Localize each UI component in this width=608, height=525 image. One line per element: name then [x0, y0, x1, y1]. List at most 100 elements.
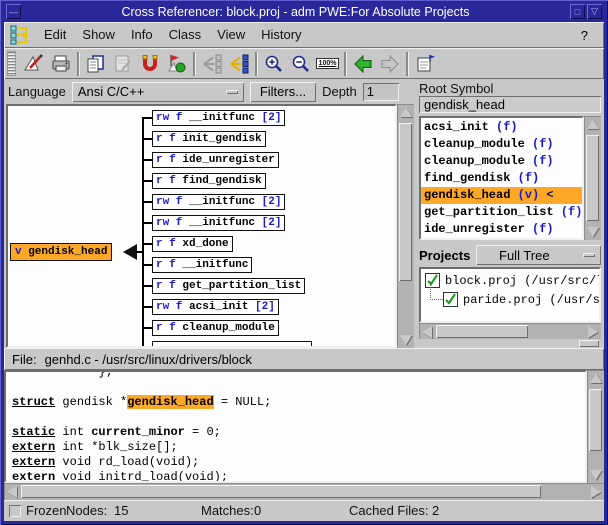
toolbar-grip-handle[interactable]: [7, 51, 16, 76]
expand-graph-icon[interactable]: [225, 51, 252, 77]
symbol-list-item[interactable]: cleanup_module (f): [421, 153, 582, 170]
node-access-prefix: rw f: [156, 301, 189, 313]
zoom-100-icon[interactable]: 100%: [314, 51, 341, 77]
graph-node[interactable]: rw f __initfunc [2]: [152, 110, 285, 126]
node-symbol-name: gendisk_head: [28, 246, 107, 258]
print-icon[interactable]: [47, 51, 74, 77]
graph-vscroll-thumb[interactable]: [399, 123, 412, 281]
hierarchy-app-icon[interactable]: [10, 25, 34, 45]
scroll-right-icon[interactable]: [588, 326, 598, 338]
scroll-down-icon[interactable]: [587, 227, 599, 237]
graph-node[interactable]: r f cleanup_module: [152, 320, 279, 336]
language-option-menu[interactable]: Ansi C/C++: [72, 82, 244, 102]
projects-mode-option-menu[interactable]: Full Tree: [476, 245, 601, 265]
root-symbol-field[interactable]: gendisk_head: [419, 96, 601, 113]
frozen-checkbox[interactable]: [9, 505, 21, 517]
code-vertical-scrollbar[interactable]: [587, 370, 604, 483]
dye-icon[interactable]: [163, 51, 190, 77]
filters-button[interactable]: Filters...: [250, 82, 316, 102]
node-access-prefix: rw f: [156, 217, 189, 229]
zoom-in-icon[interactable]: [260, 51, 287, 77]
project-checkbox[interactable]: [443, 292, 458, 307]
symbol-list-item[interactable]: acsi_init (f): [421, 119, 582, 136]
history-back-icon[interactable]: [349, 51, 376, 77]
root-symbol-list[interactable]: acsi_init (f)cleanup_module (f)cleanup_m…: [419, 116, 584, 240]
node-access-prefix: r f: [156, 280, 182, 292]
scroll-left-icon[interactable]: [422, 326, 432, 338]
zoom-out-icon[interactable]: [287, 51, 314, 77]
scroll-up-icon[interactable]: [587, 119, 599, 129]
graph-node[interactable]: r f xd_done: [152, 236, 233, 252]
magnet-icon[interactable]: [136, 51, 163, 77]
graph-node[interactable]: rw f acsi_init [2]: [152, 299, 279, 315]
code-line: static int current_minor = 0;: [12, 425, 585, 440]
graph-node[interactable]: rw f __initfunc [2]: [152, 215, 285, 231]
depth-field[interactable]: 1: [363, 83, 399, 101]
window-minimize-button[interactable]: —: [6, 4, 21, 19]
project-row[interactable]: block.proj (/usr/src/lin: [425, 272, 601, 290]
node-symbol-name: __initfunc: [182, 259, 248, 271]
projects-tree[interactable]: block.proj (/usr/src/linparide.proj (/us…: [419, 267, 601, 324]
projects-hscroll-thumb[interactable]: [436, 325, 528, 338]
cached-files-value: 2: [432, 503, 439, 518]
properties-icon[interactable]: [411, 51, 438, 77]
graph-node[interactable]: r f find_gendisk: [152, 173, 266, 189]
symbol-list-item[interactable]: ide_unregister (f): [421, 221, 582, 238]
scroll-left-icon[interactable]: [7, 486, 17, 498]
help-menu[interactable]: ?: [571, 25, 598, 46]
scroll-up-icon[interactable]: [590, 373, 602, 383]
window-shade-button[interactable]: ▽: [587, 4, 602, 19]
symbol-list-item[interactable]: gendisk_head (v) <: [421, 187, 582, 204]
scroll-down-icon[interactable]: [400, 335, 412, 345]
menu-items: EditShowInfoClassViewHistory: [36, 26, 310, 44]
graph-node[interactable]: rw f __initfunc [2]: [152, 194, 285, 210]
symbol-list-item[interactable]: find_gendisk (f): [421, 170, 582, 187]
content-area: Language Ansi C/C++ Filters... Depth 1 r…: [4, 79, 604, 348]
code-segment: void initrd_load(void);: [55, 470, 228, 483]
graph-node[interactable]: r f __initfunc: [152, 257, 252, 273]
graph-node[interactable]: r f ide_unregister: [152, 152, 279, 168]
symbol-list-item[interactable]: get_partition_list (f): [421, 204, 582, 221]
graph-node[interactable]: r f init_gendisk: [152, 131, 266, 147]
copy-icon[interactable]: [82, 51, 109, 77]
check-edit-icon[interactable]: [20, 51, 47, 77]
menu-info[interactable]: Info: [123, 24, 161, 45]
code-vscroll-thumb[interactable]: [589, 389, 602, 451]
symbol-list-item[interactable]: cleanup_module (f): [421, 136, 582, 153]
graph-node[interactable]: [152, 341, 312, 348]
window-maximize-button[interactable]: □: [570, 4, 585, 19]
graph-node[interactable]: r f get_partition_list: [152, 278, 305, 294]
code-horizontal-scrollbar[interactable]: [4, 483, 604, 500]
symbol-scroll-thumb[interactable]: [586, 135, 599, 221]
annotate-icon[interactable]: [109, 51, 136, 77]
symbol-name: cleanup_module: [424, 137, 532, 151]
titlebar[interactable]: — Cross Referencer: block.proj - adm PWE…: [5, 3, 603, 20]
code-segment: };: [12, 370, 113, 379]
symbol-list-scrollbar[interactable]: [584, 116, 601, 240]
pane-sash-handle[interactable]: [579, 340, 599, 347]
graph-root-node[interactable]: v gendisk_head: [10, 243, 112, 261]
symbol-kind: (f): [496, 120, 518, 134]
graph-canvas[interactable]: rw f __initfunc [2]r f init_gendiskr f i…: [6, 104, 397, 348]
menu-history[interactable]: History: [253, 24, 309, 45]
projects-horizontal-scrollbar[interactable]: [419, 323, 601, 338]
history-forward-icon[interactable]: [376, 51, 403, 77]
graph-branch-line: [136, 251, 143, 253]
menu-class[interactable]: Class: [161, 24, 210, 45]
code-view[interactable]: };struct gendisk *gendisk_head = NULL;st…: [4, 370, 587, 483]
project-row[interactable]: paride.proj (/usr/src: [443, 291, 601, 309]
symbol-name: ide_unregister: [424, 222, 532, 236]
collapse-graph-icon[interactable]: [198, 51, 225, 77]
menu-edit[interactable]: Edit: [36, 24, 74, 45]
code-segment: int: [55, 425, 91, 439]
node-symbol-name: xd_done: [182, 238, 228, 250]
scroll-down-icon[interactable]: [590, 470, 602, 480]
code-hscroll-thumb[interactable]: [21, 485, 541, 498]
node-access-prefix: v: [15, 246, 28, 258]
graph-vertical-scrollbar[interactable]: [397, 104, 414, 348]
scroll-right-icon[interactable]: [591, 486, 601, 498]
menu-view[interactable]: View: [209, 24, 253, 45]
scroll-up-icon[interactable]: [400, 107, 412, 117]
menu-show[interactable]: Show: [74, 24, 123, 45]
node-symbol-name: init_gendisk: [182, 133, 261, 145]
